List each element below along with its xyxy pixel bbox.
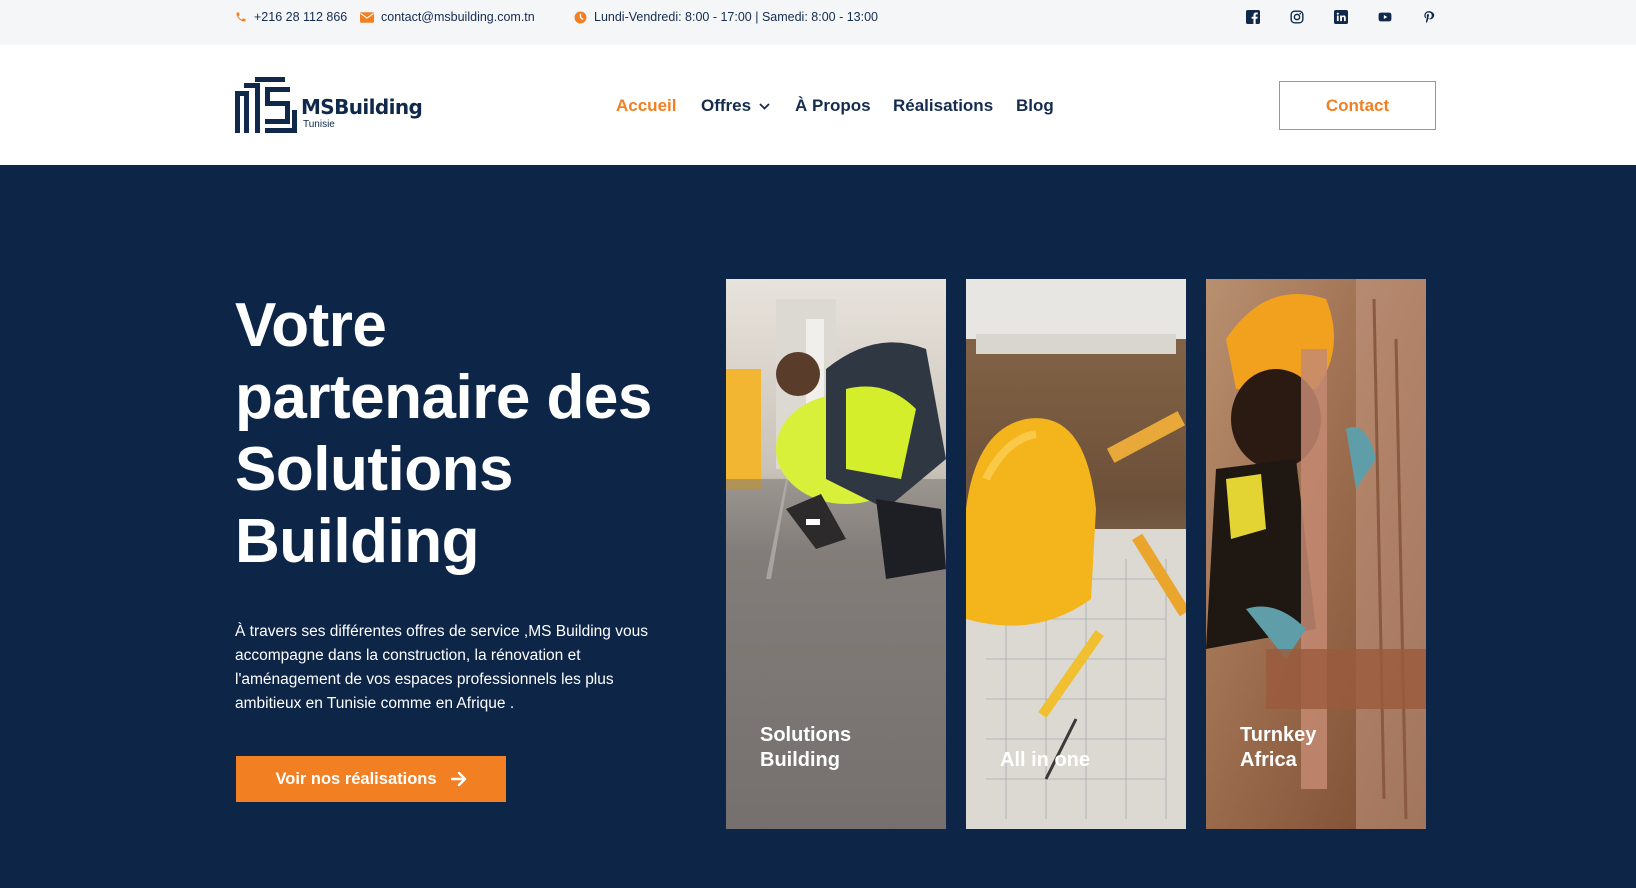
hours-text: Lundi-Vendredi: 8:00 - 17:00 | Samedi: 8…: [594, 10, 878, 24]
youtube-icon[interactable]: [1377, 9, 1393, 25]
nav-offres[interactable]: Offres: [701, 94, 770, 118]
brand-name: MSBuilding: [301, 95, 423, 119]
nav-offres-label: Offres: [701, 96, 752, 115]
site-header: MSBuilding Tunisie Accueil Offres À Prop…: [0, 45, 1636, 165]
phone-text: +216 28 112 866: [254, 10, 348, 24]
nav-realisations[interactable]: Réalisations: [893, 94, 993, 118]
card-label: Solutions Building: [760, 724, 852, 771]
offer-card-all-in-one[interactable]: All in one: [966, 279, 1186, 829]
helmet-blueprint-photo: [966, 279, 1186, 829]
offer-card-turnkey-africa[interactable]: Turnkey Africa: [1206, 279, 1426, 829]
clock-icon: [574, 11, 587, 24]
chevron-down-icon: [759, 102, 770, 110]
email-contact[interactable]: contact@msbuilding.com.tn: [360, 0, 535, 34]
offer-card-solutions-building[interactable]: Solutions Building: [726, 279, 946, 829]
instagram-icon[interactable]: [1289, 9, 1305, 25]
facebook-icon[interactable]: [1245, 9, 1261, 25]
brand-logo[interactable]: MSBuilding Tunisie: [235, 77, 430, 135]
card-label: Turnkey Africa: [1240, 724, 1317, 771]
hero-title: Votre partenaire des Solutions Building: [235, 291, 652, 576]
logo-mark-icon: [235, 77, 297, 133]
phone-icon: [235, 11, 247, 23]
card-label: All in one: [1000, 749, 1090, 771]
nav-blog[interactable]: Blog: [1016, 94, 1054, 118]
see-projects-button[interactable]: Voir nos réalisations: [236, 756, 506, 802]
arrow-right-icon: [450, 772, 467, 786]
nav-a-propos[interactable]: À Propos: [795, 94, 871, 118]
linkedin-icon[interactable]: [1333, 9, 1349, 25]
top-bar: +216 28 112 866 contact@msbuilding.com.t…: [0, 0, 1636, 45]
nav-accueil[interactable]: Accueil: [616, 94, 676, 118]
phone-contact[interactable]: +216 28 112 866: [235, 0, 347, 34]
cta-label: Voir nos réalisations: [275, 769, 437, 788]
contact-button[interactable]: Contact: [1279, 81, 1436, 130]
email-text: contact@msbuilding.com.tn: [381, 10, 535, 24]
opening-hours: Lundi-Vendredi: 8:00 - 17:00 | Samedi: 8…: [574, 0, 878, 34]
hero-description: À travers ses différentes offres de serv…: [235, 623, 648, 712]
brand-subtitle: Tunisie: [303, 119, 335, 130]
pinterest-icon[interactable]: [1421, 9, 1437, 25]
envelope-icon: [360, 11, 374, 23]
